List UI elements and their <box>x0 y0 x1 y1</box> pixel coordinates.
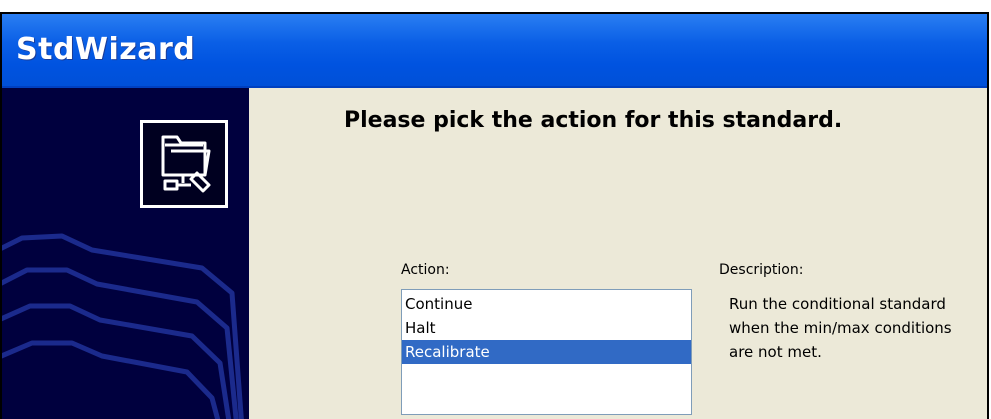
action-item-continue[interactable]: Continue <box>402 292 691 316</box>
description-line: Run the conditional standard <box>729 295 946 313</box>
wizard-sidebar <box>2 88 249 419</box>
action-item-halt[interactable]: Halt <box>402 316 691 340</box>
description-label: Description: <box>719 262 804 278</box>
description-text: Run the conditional standard when the mi… <box>729 292 987 364</box>
network-folder-icon <box>140 120 228 208</box>
action-item-recalibrate[interactable]: Recalibrate <box>402 340 691 364</box>
window-title: StdWizard <box>16 32 196 67</box>
action-label: Action: <box>401 262 450 278</box>
description-line: when the min/max conditions <box>729 319 952 337</box>
wizard-content: Please pick the action for this standard… <box>249 88 987 419</box>
action-listbox[interactable]: Continue Halt Recalibrate <box>401 289 692 415</box>
title-bar[interactable]: StdWizard <box>2 14 987 88</box>
page-heading: Please pick the action for this standard… <box>344 108 843 133</box>
description-line: are not met. <box>729 343 822 361</box>
wizard-window: StdWizard Please pick the action for thi… <box>0 12 989 419</box>
